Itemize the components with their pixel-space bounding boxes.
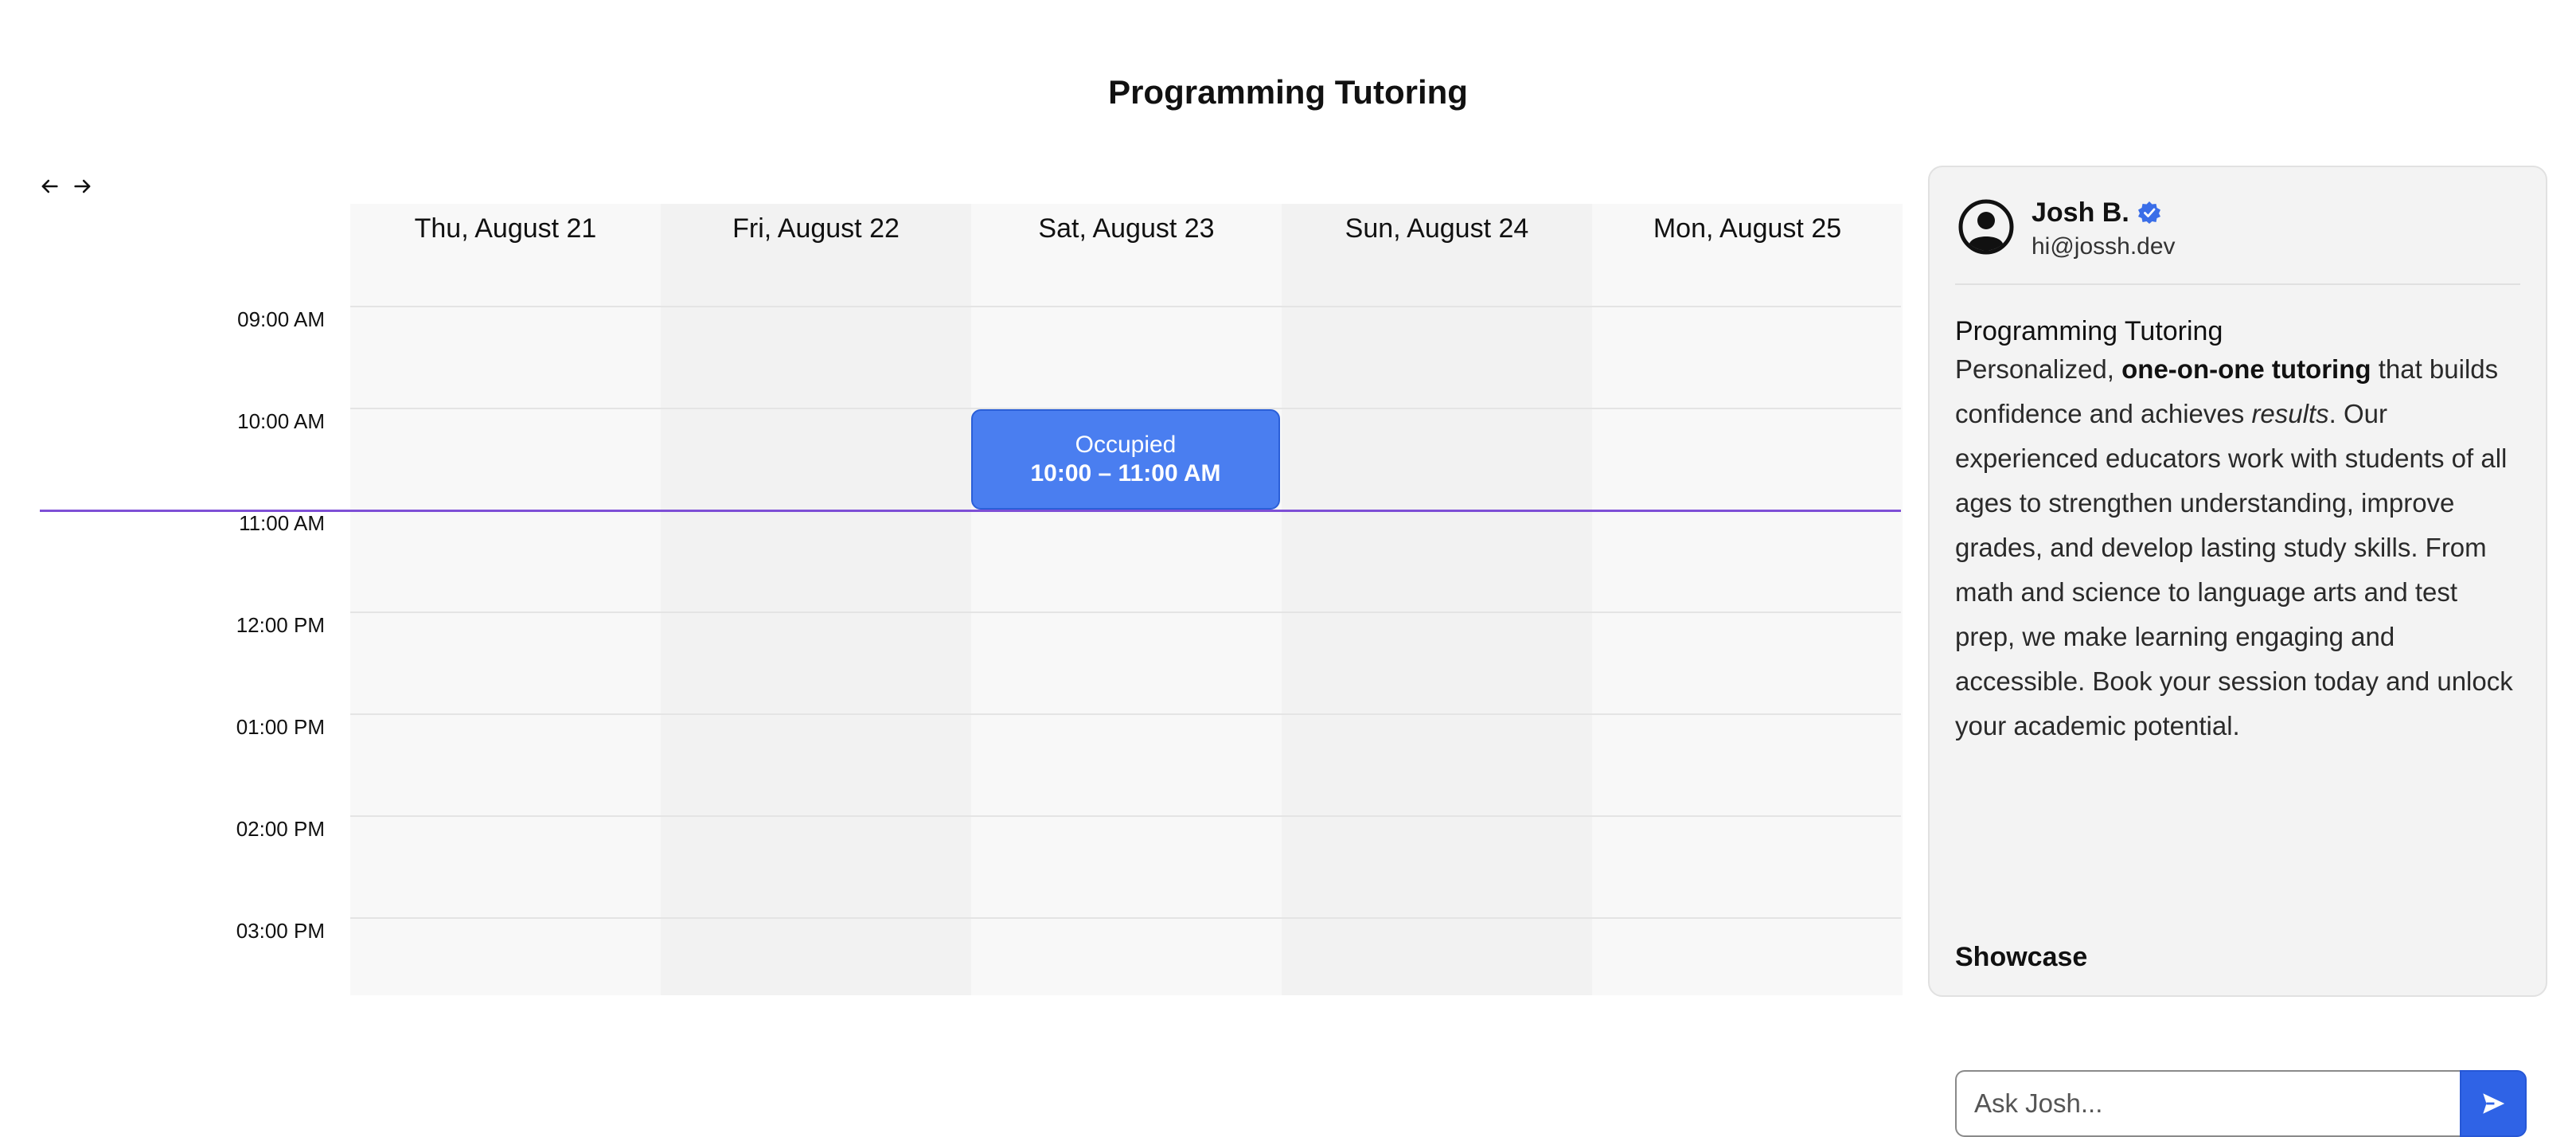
time-label: 09:00 AM	[237, 307, 325, 331]
ask-host-input[interactable]	[1955, 1070, 2460, 1137]
calendar-grid: Thu, August 21 Fri, August 22 Sat, Augus…	[350, 204, 1903, 995]
host-name-row: Josh B.	[2032, 196, 2161, 229]
host-info-panel: Josh B. hi@jossh.dev Programming Tutorin…	[1928, 166, 2547, 1137]
time-label: 11:00 AM	[239, 511, 325, 535]
day-column-sat[interactable]: Sat, August 23	[971, 204, 1282, 995]
time-label: 03:00 PM	[236, 919, 325, 943]
showcase-heading: Showcase	[1955, 942, 2088, 972]
send-icon	[2483, 1093, 2505, 1114]
hour-gridline	[350, 306, 1901, 307]
day-header: Fri, August 22	[732, 213, 900, 244]
user-circle-icon	[1958, 199, 2014, 255]
verified-badge-icon	[2137, 201, 2160, 224]
day-column-fri[interactable]: Fri, August 22	[661, 204, 971, 995]
next-week-button[interactable]	[72, 172, 94, 201]
send-button[interactable]	[2460, 1070, 2527, 1137]
week-navigation	[38, 172, 94, 201]
hour-gridline	[350, 815, 1901, 817]
service-description: Personalized, one-on-one tutoring that b…	[1955, 354, 2513, 740]
day-column-thu[interactable]: Thu, August 21	[350, 204, 661, 995]
host-name: Josh B.	[2032, 197, 2129, 228]
day-header: Thu, August 21	[414, 213, 597, 244]
time-label: 10:00 AM	[237, 409, 325, 433]
day-header: Mon, August 25	[1653, 213, 1842, 244]
day-column-mon[interactable]: Mon, August 25	[1592, 204, 1903, 995]
event-time: 10:00 – 11:00 AM	[1030, 460, 1221, 486]
time-label: 12:00 PM	[236, 613, 325, 637]
arrow-left-icon	[41, 179, 58, 193]
time-label: 01:00 PM	[236, 715, 325, 739]
day-column-sun[interactable]: Sun, August 24	[1282, 204, 1592, 995]
current-time-indicator	[40, 510, 1901, 512]
day-header: Sat, August 23	[1038, 213, 1215, 244]
hour-gridline	[350, 713, 1901, 715]
event-title: Occupied	[1075, 432, 1177, 458]
hour-gridline	[350, 611, 1901, 613]
hour-gridline	[350, 917, 1901, 919]
time-label: 02:00 PM	[236, 817, 325, 841]
divider	[1955, 283, 2520, 285]
day-header: Sun, August 24	[1345, 213, 1529, 244]
occupied-event[interactable]: Occupied 10:00 – 11:00 AM	[971, 409, 1280, 510]
host-email: hi@jossh.dev	[2032, 233, 2176, 260]
service-title: Programming Tutoring	[1955, 316, 2223, 346]
previous-week-button[interactable]	[38, 172, 60, 201]
arrow-right-icon	[74, 179, 91, 193]
page-title: Programming Tutoring	[1108, 73, 1468, 111]
